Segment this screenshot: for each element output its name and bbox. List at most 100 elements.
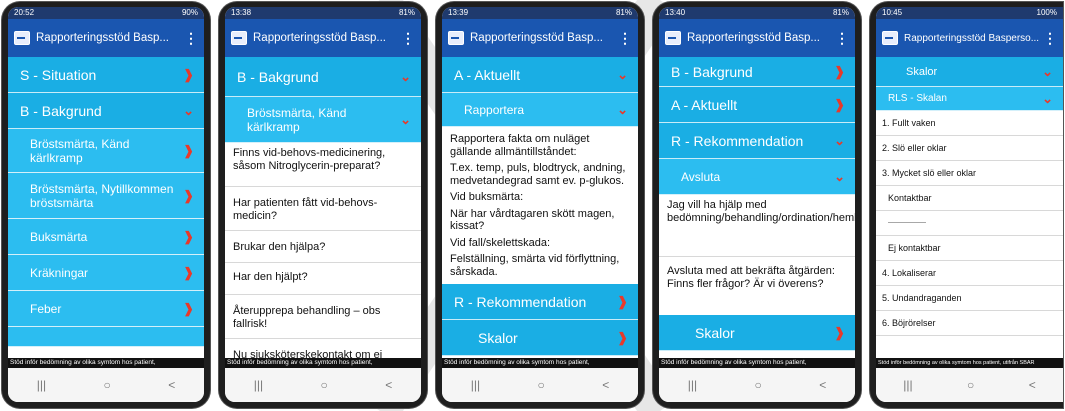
status-bar: 13:40 81% [659,7,855,19]
question-item: Finns vid-behovs-medicinering, såsom Nit… [225,143,421,187]
app-bar: Rapporteringsstöd Basperso... ⋮ [876,19,1063,57]
question-item: Återupprepa behandling – obs fallrisk! [225,295,421,339]
home-button[interactable]: ○ [755,378,762,392]
footer-text: Stöd inför bedömning av olika symtom hos… [225,358,421,368]
sub-item-label: RLS - Skalan [888,92,947,104]
battery-level: 90% [181,8,198,17]
recent-apps-button[interactable]: ||| [37,378,46,392]
status-time: 13:39 [448,8,469,17]
back-button[interactable]: < [1029,378,1036,392]
nav-bar: ||| ○ < [876,368,1063,402]
sub-item-brostsmarta-kand[interactable]: Bröstsmärta, Känd kärlkramp ❱ [8,129,204,173]
overflow-menu-icon[interactable]: ⋮ [401,30,415,47]
sub-item-label: Bröstsmärta, Känd kärlkramp [247,105,347,134]
overflow-menu-icon[interactable]: ⋮ [618,30,632,47]
section-label: Skalor [695,324,735,341]
back-button[interactable]: < [819,378,826,392]
section-b-bakgrund[interactable]: B - Bakgrund ❱ [659,57,855,87]
overflow-menu-icon[interactable]: ⋮ [1043,30,1057,47]
section-skalor[interactable]: Skalor ❱ [442,320,638,356]
scale-row[interactable]: 1. Fullt vaken [876,111,1063,136]
section-s-situation[interactable]: S - Situation ❱ [8,57,204,93]
sub-item-label: Feber [30,301,62,316]
section-label: Skalor [906,65,938,78]
overflow-menu-icon[interactable]: ⋮ [184,30,198,47]
section-r-rekommendation[interactable]: R - Rekommendation ❱ [442,284,638,320]
back-button[interactable]: < [168,378,175,392]
chevron-down-icon: ⌄ [183,102,194,118]
sub-item-label: Bröstsmärta, Nytillkommen bröstsmärta [30,181,174,210]
footer-text: Stöd inför bedömning av olika symtom hos… [659,358,855,368]
question-item: Har den hjälpt? [225,263,421,295]
home-button[interactable]: ○ [538,378,545,392]
sub-item-label: Rapportera [464,102,525,117]
section-label: A - Aktuellt [454,66,521,83]
text-block: Jag vill ha hjälp med bedömning/behandli… [659,195,855,257]
home-button[interactable]: ○ [104,378,111,392]
section-r-rekommendation[interactable]: R - Rekommendation ⌄ [659,123,855,159]
sub-item-feber[interactable]: Feber ❱ [8,291,204,327]
scale-row[interactable]: 5. Undandraganden [876,286,1063,311]
sub-item-rls-skalan[interactable]: RLS - Skalan ⌄ [876,87,1063,111]
chevron-right-icon: ❱ [834,324,845,340]
footer-text: Stöd inför bedömning av olika symtom hos… [8,358,204,368]
nav-bar: ||| ○ < [225,368,421,402]
app-title: Rapporteringsstöd Basp... [36,32,169,44]
sub-item-krakningar[interactable]: Kräkningar ❱ [8,255,204,291]
phone-1: 20:52 90% Rapporteringsstöd Basp... ⋮ S … [2,2,210,408]
section-a-aktuellt[interactable]: A - Aktuellt ⌄ [442,57,638,93]
recent-apps-button[interactable]: ||| [254,378,263,392]
chevron-right-icon: ❱ [617,329,628,345]
sub-item-label: Kräkningar [30,265,89,280]
scale-row[interactable]: 4. Lokaliserar [876,261,1063,286]
chevron-down-icon: ⌄ [834,132,845,148]
section-label: R - Rekommendation [671,132,804,149]
status-time: 20:52 [14,8,35,17]
text-line: Rapportera fakta om nuläget gällande all… [450,133,590,158]
overflow-menu-icon[interactable]: ⋮ [835,30,849,47]
app-title: Rapporteringsstöd Basp... [687,32,820,44]
sub-item-brostsmarta-ny[interactable]: Bröstsmärta, Nytillkommen bröstsmärta ❱ [8,173,204,219]
scale-row[interactable]: 2. Slö eller oklar [876,136,1063,161]
sub-item-buksmarta[interactable]: Buksmärta ❱ [8,219,204,255]
app-bar: Rapporteringsstöd Basp... ⋮ [8,19,204,57]
home-button[interactable]: ○ [967,378,974,392]
chevron-down-icon: ⌄ [400,111,411,127]
scale-row[interactable]: 6. Böjrörelser [876,311,1063,336]
app-bar: Rapporteringsstöd Basp... ⋮ [225,19,421,57]
scale-row[interactable]: 3. Mycket slö eller oklar [876,161,1063,186]
recent-apps-button[interactable]: ||| [688,378,697,392]
recent-apps-button[interactable]: ||| [903,378,912,392]
sub-item-rapportera[interactable]: Rapportera ⌄ [442,93,638,127]
sbar-app-icon [448,31,464,45]
sub-item-partial[interactable] [8,327,204,347]
sbar-app-icon [231,31,247,45]
chevron-down-icon: ⌄ [834,168,845,184]
section-label: B - Bakgrund [237,68,319,85]
sub-item-label: Avsluta [681,169,721,184]
chevron-right-icon: ❱ [183,187,194,203]
text-line: Vid fall/skelettskada: [450,236,551,249]
section-label: A - Aktuellt [671,96,738,113]
chevron-right-icon: ❱ [183,66,194,82]
sub-item-avsluta[interactable]: Avsluta ⌄ [659,159,855,195]
home-button[interactable]: ○ [321,378,328,392]
app-title: Rapporteringsstöd Basp... [253,32,386,44]
phone-5: 10:45 100% Rapporteringsstöd Basperso...… [870,2,1063,408]
section-b-bakgrund[interactable]: B - Bakgrund ⌄ [8,93,204,129]
sbar-app-icon [882,31,898,45]
recent-apps-button[interactable]: ||| [471,378,480,392]
nav-bar: ||| ○ < [442,368,638,402]
section-a-aktuellt[interactable]: A - Aktuellt ❱ [659,87,855,123]
section-skalor[interactable]: Skalor ❱ [659,315,855,351]
text-line: Felställning, smärta vid förflyttning, s… [450,253,620,278]
back-button[interactable]: < [602,378,609,392]
section-skalor[interactable]: Skalor ⌄ [876,57,1063,87]
back-button[interactable]: < [385,378,392,392]
chevron-right-icon: ❱ [183,142,194,158]
battery-level: 81% [832,8,849,17]
section-b-bakgrund[interactable]: B - Bakgrund ⌄ [225,57,421,97]
battery-level: 100% [1036,8,1057,17]
sub-item-brostsmarta-kand[interactable]: Bröstsmärta, Känd kärlkramp ⌄ [225,97,421,143]
section-label: Skalor [478,329,518,346]
